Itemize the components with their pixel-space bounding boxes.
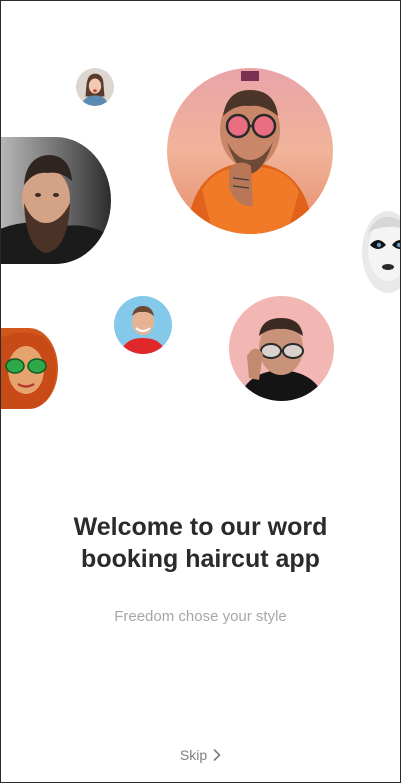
avatar-girl-small	[76, 68, 114, 106]
avatar-glasses-man	[229, 296, 334, 401]
onboarding-screen: Welcome to our word booking haircut app …	[0, 0, 401, 783]
chevron-right-icon	[213, 749, 221, 761]
avatar-sunglasses-hood	[167, 68, 333, 234]
welcome-subtitle: Freedom chose your style	[114, 608, 287, 625]
avatar-green-glasses-woman	[1, 328, 58, 409]
avatar-smiling-man	[114, 296, 172, 354]
avatar-bearded-man	[1, 137, 111, 264]
skip-button[interactable]: Skip	[1, 747, 400, 763]
welcome-title: Welcome to our word booking haircut app	[73, 513, 328, 573]
avatar-painted-face	[362, 211, 400, 293]
skip-label: Skip	[179, 747, 208, 763]
